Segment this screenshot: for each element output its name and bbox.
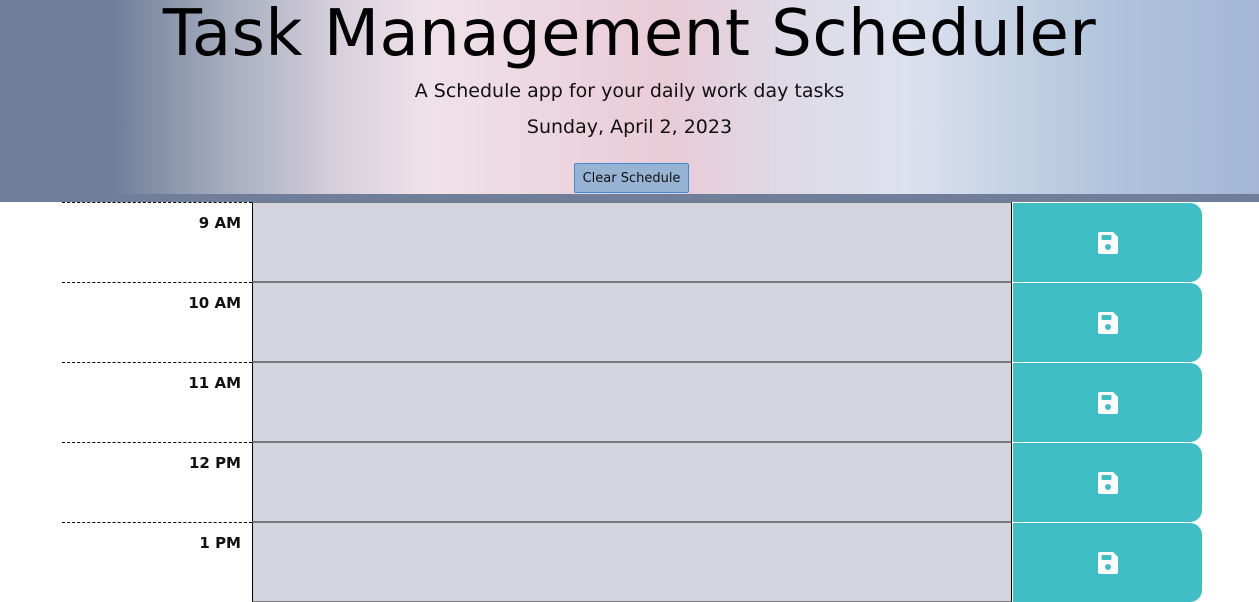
task-input[interactable]	[252, 442, 1012, 522]
page-header: Task Management Scheduler A Schedule app…	[0, 0, 1259, 194]
hour-label: 1 PM	[62, 522, 252, 602]
current-date: Sunday, April 2, 2023	[526, 116, 733, 138]
schedule-list: 9 AM 10 AM 11 AM 12 PM 1 PM	[62, 202, 1202, 602]
time-block-row: 12 PM	[62, 442, 1202, 522]
floppy-disk-icon	[1097, 471, 1118, 494]
page-subtitle: A Schedule app for your daily work day t…	[414, 80, 845, 102]
floppy-disk-icon	[1097, 231, 1118, 254]
floppy-disk-icon	[1097, 311, 1118, 334]
save-button[interactable]	[1013, 363, 1202, 442]
time-block-row: 9 AM	[62, 202, 1202, 282]
save-button[interactable]	[1013, 203, 1202, 282]
time-block-row: 11 AM	[62, 362, 1202, 442]
save-button[interactable]	[1013, 283, 1202, 362]
hour-label: 11 AM	[62, 362, 252, 442]
save-button[interactable]	[1013, 443, 1202, 522]
page-title: Task Management Scheduler	[162, 0, 1097, 71]
hour-label: 12 PM	[62, 442, 252, 522]
task-input[interactable]	[252, 522, 1012, 602]
clear-schedule-button[interactable]: Clear Schedule	[574, 163, 689, 193]
hour-label: 9 AM	[62, 202, 252, 282]
header-divider	[0, 194, 1259, 202]
floppy-disk-icon	[1097, 551, 1118, 574]
task-input[interactable]	[252, 202, 1012, 282]
time-block-row: 10 AM	[62, 282, 1202, 362]
hour-label: 10 AM	[62, 282, 252, 362]
save-button[interactable]	[1013, 523, 1202, 602]
floppy-disk-icon	[1097, 391, 1118, 414]
task-input[interactable]	[252, 282, 1012, 362]
time-block-row: 1 PM	[62, 522, 1202, 602]
task-input[interactable]	[252, 362, 1012, 442]
